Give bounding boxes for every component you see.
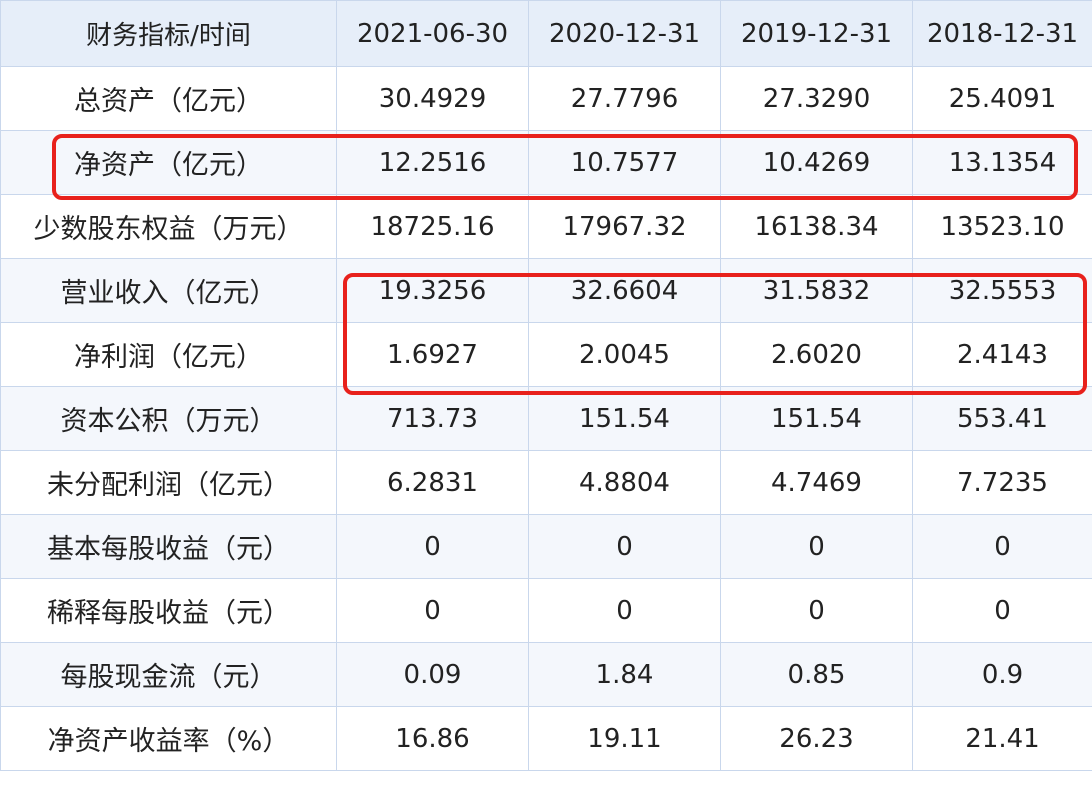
table-cell: 21.41 [912, 706, 1092, 771]
header-cell-indicator: 财务指标/时间 [0, 0, 337, 67]
table-cell: 27.3290 [720, 66, 913, 131]
table-cell: 17967.32 [528, 194, 721, 259]
table-cell: 31.5832 [720, 258, 913, 323]
table-cell: 32.6604 [528, 258, 721, 323]
table-cell: 30.4929 [336, 66, 529, 131]
table-row-net-assets: 净资产（亿元） 12.2516 10.7577 10.4269 13.1354 [0, 130, 1092, 195]
table-cell: 19.3256 [336, 258, 529, 323]
table-cell: 16138.34 [720, 194, 913, 259]
row-label: 未分配利润（亿元） [0, 450, 337, 515]
table-cell: 16.86 [336, 706, 529, 771]
table-cell: 13523.10 [912, 194, 1092, 259]
table-cell: 151.54 [528, 386, 721, 451]
table-cell: 0 [528, 578, 721, 643]
table-cell: 0.85 [720, 642, 913, 707]
row-label: 净资产（亿元） [0, 130, 337, 195]
table-cell: 6.2831 [336, 450, 529, 515]
table-cell: 713.73 [336, 386, 529, 451]
header-cell-date: 2018-12-31 [912, 0, 1092, 67]
table-row-revenue: 营业收入（亿元） 19.3256 32.6604 31.5832 32.5553 [0, 258, 1092, 323]
table-row-capital-reserve: 资本公积（万元） 713.73 151.54 151.54 553.41 [0, 386, 1092, 451]
table-cell: 0 [720, 578, 913, 643]
table-cell: 0 [912, 514, 1092, 579]
table-row-basic-eps: 基本每股收益（元） 0 0 0 0 [0, 514, 1092, 579]
row-label: 总资产（亿元） [0, 66, 337, 131]
table-cell: 0 [528, 514, 721, 579]
financial-indicators-table: 财务指标/时间 2021-06-30 2020-12-31 2019-12-31… [0, 0, 1092, 771]
table-cell: 25.4091 [912, 66, 1092, 131]
row-label: 净利润（亿元） [0, 322, 337, 387]
table-cell: 1.84 [528, 642, 721, 707]
table-cell: 27.7796 [528, 66, 721, 131]
table-cell: 7.7235 [912, 450, 1092, 515]
table-cell: 0.9 [912, 642, 1092, 707]
table-cell: 553.41 [912, 386, 1092, 451]
table-cell: 10.4269 [720, 130, 913, 195]
table-row-roe: 净资产收益率（%） 16.86 19.11 26.23 21.41 [0, 706, 1092, 771]
header-cell-date: 2019-12-31 [720, 0, 913, 67]
header-cell-date: 2020-12-31 [528, 0, 721, 67]
table-cell: 19.11 [528, 706, 721, 771]
table-row-diluted-eps: 稀释每股收益（元） 0 0 0 0 [0, 578, 1092, 643]
table-cell: 32.5553 [912, 258, 1092, 323]
table-cell: 4.7469 [720, 450, 913, 515]
row-label: 每股现金流（元） [0, 642, 337, 707]
row-label: 净资产收益率（%） [0, 706, 337, 771]
header-cell-date: 2021-06-30 [336, 0, 529, 67]
table-cell: 13.1354 [912, 130, 1092, 195]
table-cell: 2.0045 [528, 322, 721, 387]
table-cell: 0 [912, 578, 1092, 643]
row-label: 营业收入（亿元） [0, 258, 337, 323]
table-row-minority-equity: 少数股东权益（万元） 18725.16 17967.32 16138.34 13… [0, 194, 1092, 259]
table-row-undistributed-profit: 未分配利润（亿元） 6.2831 4.8804 4.7469 7.7235 [0, 450, 1092, 515]
table-cell: 0 [336, 514, 529, 579]
table-cell: 18725.16 [336, 194, 529, 259]
table-cell: 0.09 [336, 642, 529, 707]
row-label: 资本公积（万元） [0, 386, 337, 451]
row-label: 稀释每股收益（元） [0, 578, 337, 643]
row-label: 少数股东权益（万元） [0, 194, 337, 259]
table-cell: 26.23 [720, 706, 913, 771]
table-cell: 12.2516 [336, 130, 529, 195]
table-cell: 10.7577 [528, 130, 721, 195]
table-cell: 0 [336, 578, 529, 643]
table-cell: 4.8804 [528, 450, 721, 515]
table-header-row: 财务指标/时间 2021-06-30 2020-12-31 2019-12-31… [0, 0, 1092, 67]
row-label: 基本每股收益（元） [0, 514, 337, 579]
table-row-cashflow-per-share: 每股现金流（元） 0.09 1.84 0.85 0.9 [0, 642, 1092, 707]
table-row-total-assets: 总资产（亿元） 30.4929 27.7796 27.3290 25.4091 [0, 66, 1092, 131]
table-cell: 1.6927 [336, 322, 529, 387]
table-cell: 0 [720, 514, 913, 579]
table-cell: 151.54 [720, 386, 913, 451]
table-cell: 2.6020 [720, 322, 913, 387]
table-row-net-profit: 净利润（亿元） 1.6927 2.0045 2.6020 2.4143 [0, 322, 1092, 387]
table-cell: 2.4143 [912, 322, 1092, 387]
